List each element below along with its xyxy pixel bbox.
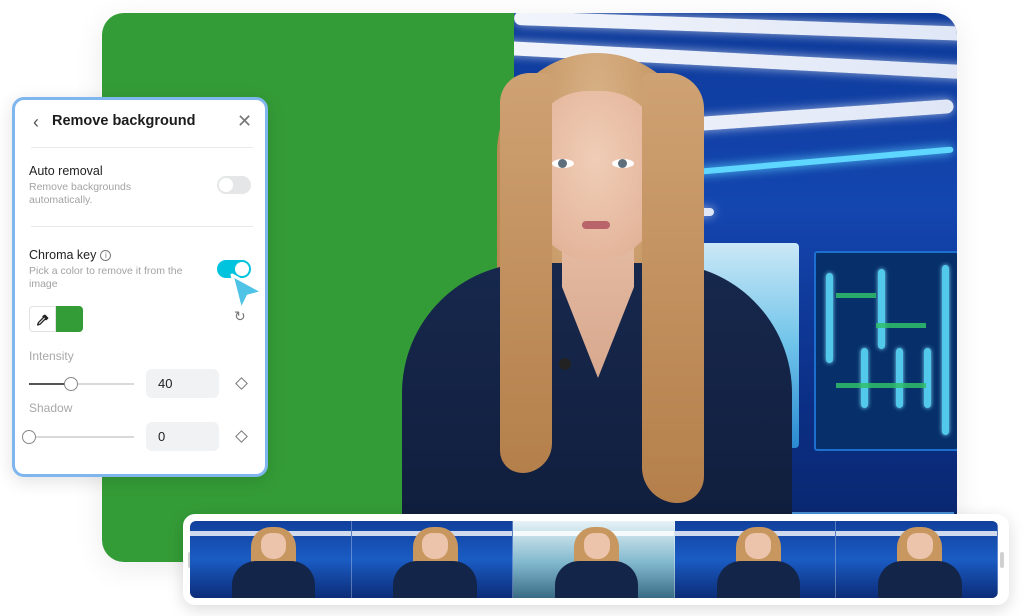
info-icon[interactable]: i xyxy=(100,250,112,261)
chroma-key-description: Pick a color to remove it from the image xyxy=(29,265,183,290)
filmstrip-frames xyxy=(190,521,998,598)
screen-bar xyxy=(836,383,926,388)
intensity-slider[interactable] xyxy=(29,377,134,391)
eye xyxy=(612,159,634,168)
screen-bar xyxy=(836,293,876,298)
lapel-mic xyxy=(559,358,571,370)
panel-header: ‹ Remove background ✕ xyxy=(15,100,265,146)
chevron-left-icon[interactable]: ‹ xyxy=(33,112,39,133)
presenter-hair xyxy=(500,73,552,473)
diamond-icon[interactable] xyxy=(235,430,248,443)
trim-handle-right[interactable] xyxy=(1000,552,1004,568)
eye xyxy=(552,159,574,168)
close-icon[interactable]: ✕ xyxy=(237,111,252,132)
auto-removal-description: Remove backgrounds automatically. xyxy=(29,181,132,206)
frame-face xyxy=(583,533,610,559)
filmstrip-frame[interactable] xyxy=(513,521,675,598)
mouth xyxy=(582,221,610,229)
shadow-input[interactable]: 0 xyxy=(146,422,219,451)
filmstrip-frame[interactable] xyxy=(836,521,998,598)
picked-color-swatch[interactable] xyxy=(56,306,83,332)
screen-bar xyxy=(924,348,931,408)
frame-face xyxy=(260,533,287,559)
frame-body xyxy=(231,561,316,598)
filmstrip-frame[interactable] xyxy=(190,521,352,598)
chroma-key-title-row: Chroma key i xyxy=(29,248,112,262)
screen-bar xyxy=(826,273,833,363)
divider xyxy=(31,226,253,227)
screen-bar xyxy=(896,348,903,408)
ceiling-light xyxy=(514,13,957,42)
intensity-input[interactable]: 40 xyxy=(146,369,219,398)
filmstrip-frame[interactable] xyxy=(674,521,837,598)
slider-track xyxy=(29,436,134,438)
timeline-filmstrip[interactable] xyxy=(183,514,1009,605)
presenter-hair xyxy=(642,73,704,503)
chroma-key-title: Chroma key xyxy=(29,248,97,262)
shadow-label: Shadow xyxy=(29,401,73,415)
frame-body xyxy=(716,561,801,598)
slider-thumb[interactable] xyxy=(64,377,78,391)
frame-face xyxy=(422,533,448,559)
eyedropper-icon xyxy=(36,314,49,326)
intensity-label: Intensity xyxy=(29,349,74,363)
frame-body xyxy=(554,561,639,598)
screen-bar xyxy=(878,269,885,349)
cursor-pointer-icon xyxy=(230,273,265,312)
presenter xyxy=(402,53,792,562)
frame-body xyxy=(878,561,962,598)
frame-face xyxy=(907,533,933,559)
toggle-knob xyxy=(219,178,233,192)
frame-body xyxy=(393,561,477,598)
auto-removal-toggle[interactable] xyxy=(217,176,251,194)
diamond-icon[interactable] xyxy=(235,377,248,390)
screen-bar xyxy=(861,348,868,408)
data-screen xyxy=(814,251,957,451)
panel-title: Remove background xyxy=(52,113,196,129)
frame-face xyxy=(745,533,772,559)
screen-bar xyxy=(876,323,926,328)
shadow-slider[interactable] xyxy=(22,430,134,444)
auto-removal-title: Auto removal xyxy=(29,164,103,178)
slider-thumb[interactable] xyxy=(22,430,36,444)
eyedropper-button[interactable] xyxy=(29,306,56,332)
divider xyxy=(31,147,253,148)
filmstrip-frame[interactable] xyxy=(351,521,514,598)
screen-bar xyxy=(942,265,949,435)
